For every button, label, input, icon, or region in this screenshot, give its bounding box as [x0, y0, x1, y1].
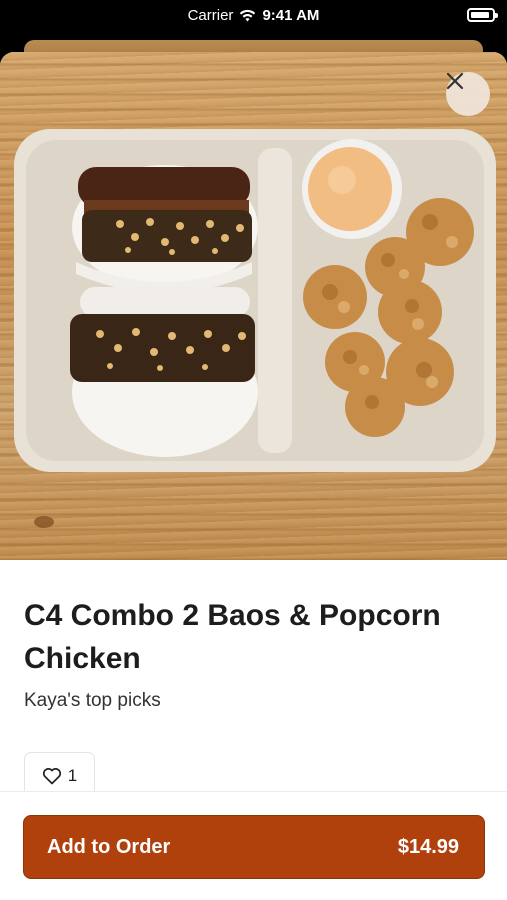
item-info: C4 Combo 2 Baos & Popcorn Chicken Kaya's…	[0, 594, 507, 800]
item-title: C4 Combo 2 Baos & Popcorn Chicken	[24, 599, 441, 675]
wifi-icon	[240, 9, 256, 21]
close-button[interactable]	[446, 72, 490, 116]
item-subtitle: Kaya's top picks	[24, 690, 161, 711]
food-illustration	[14, 129, 496, 528]
close-icon	[446, 72, 464, 90]
add-to-order-label: Add to Order	[47, 835, 171, 858]
item-photo	[0, 52, 507, 560]
item-detail-sheet: C4 Combo 2 Baos & Popcorn Chicken Kaya's…	[0, 52, 507, 900]
order-footer: Add to Order $14.99	[0, 791, 507, 900]
like-count: 1	[67, 766, 78, 785]
heart-icon	[42, 768, 61, 785]
battery-icon	[467, 8, 498, 22]
price-label: $14.99	[397, 835, 459, 858]
carrier-label: Carrier	[187, 6, 234, 24]
status-bar: Carrier 9:41 AM	[0, 0, 507, 30]
add-to-order-button[interactable]: Add to Order $14.99	[23, 815, 485, 879]
clock: 9:41 AM	[262, 6, 320, 24]
status-center: Carrier 9:41 AM	[188, 7, 320, 24]
